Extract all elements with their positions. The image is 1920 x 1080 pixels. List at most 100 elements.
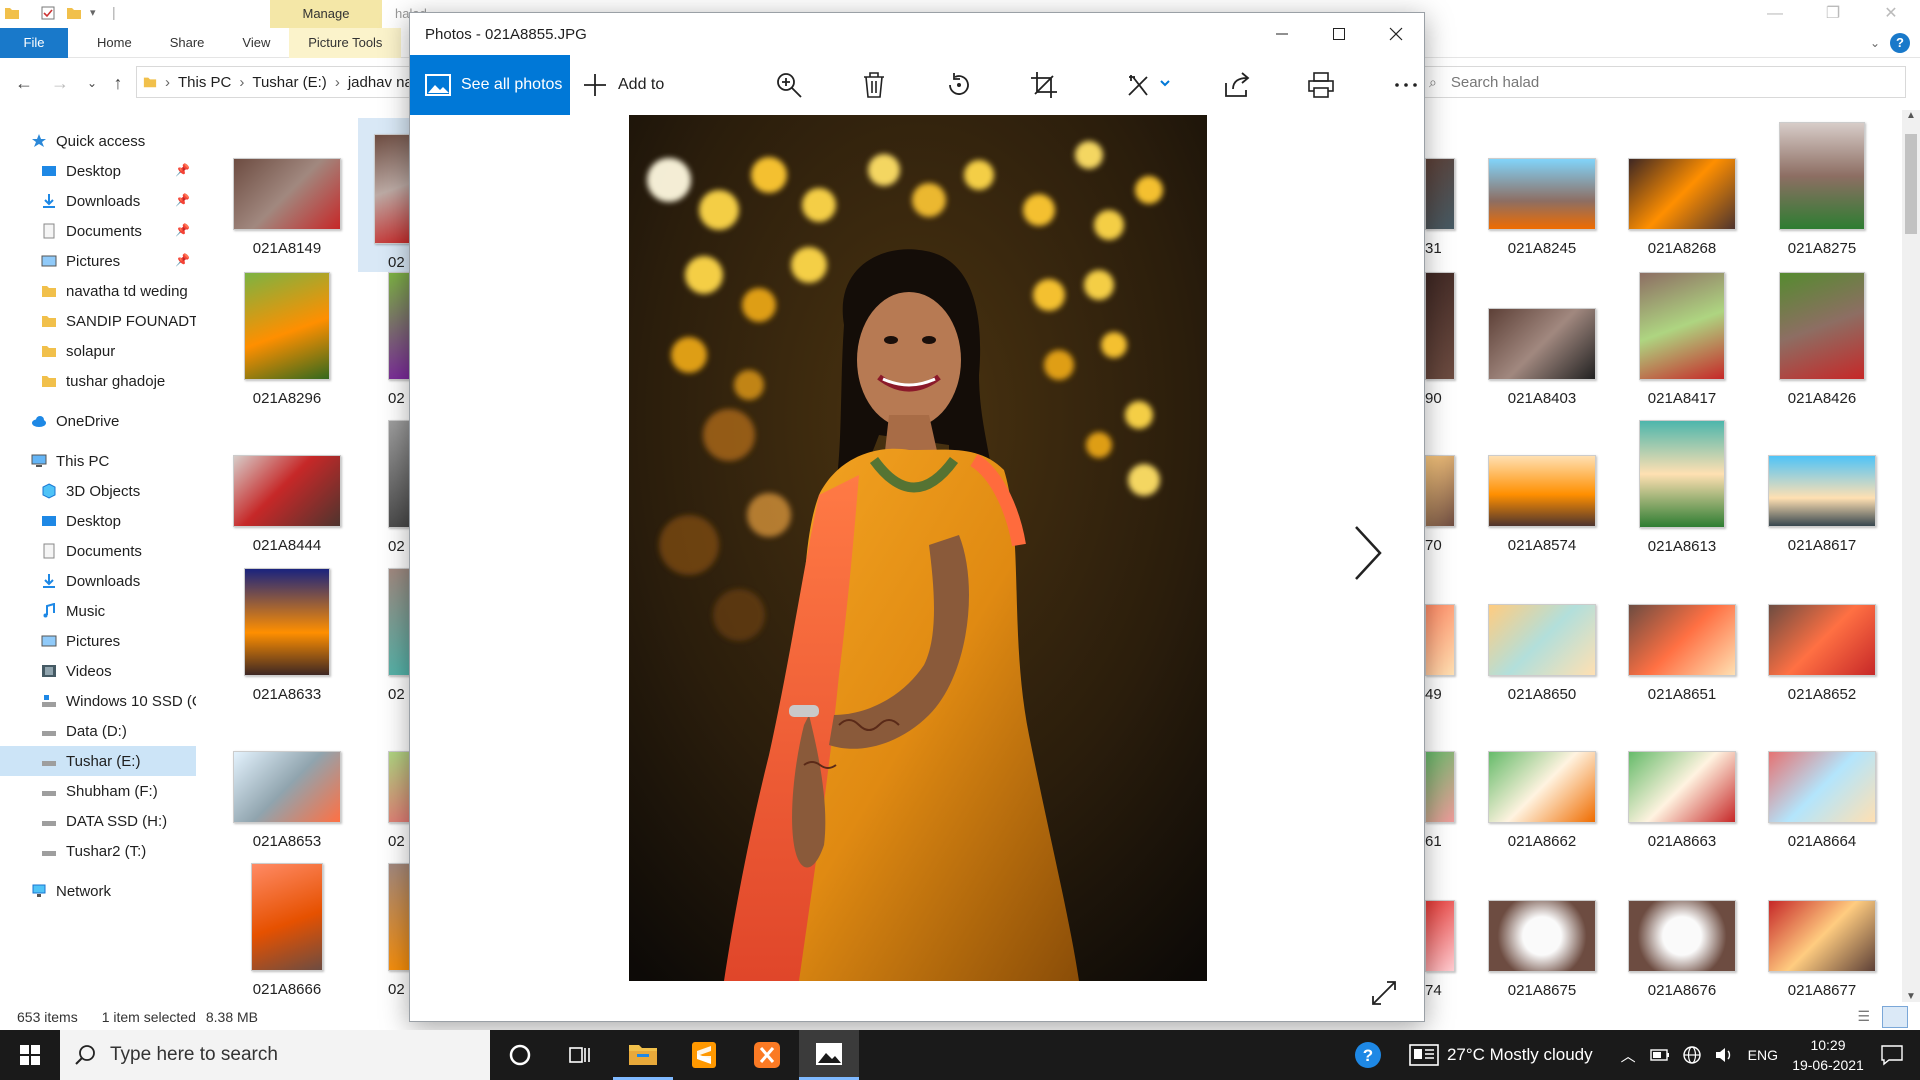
file-item[interactable]: 021A8650 xyxy=(1472,604,1612,703)
nav-quick-access[interactable]: Quick access xyxy=(0,126,196,156)
nav-drive-f[interactable]: Shubham (F:) xyxy=(0,776,196,806)
file-item[interactable]: 021A8676 xyxy=(1612,900,1752,999)
maximize-icon[interactable] xyxy=(1310,13,1367,55)
large-icons-view-icon[interactable] xyxy=(1882,1006,1908,1028)
file-item[interactable]: 021A8417 xyxy=(1612,272,1752,407)
file-item[interactable]: 021A8403 xyxy=(1472,308,1612,407)
restore-icon[interactable]: ❐ xyxy=(1804,0,1862,28)
scroll-up-icon[interactable]: ▲ xyxy=(1902,110,1920,121)
nav-folder[interactable]: solapur xyxy=(0,336,196,366)
address-box[interactable]: › This PC › Tushar (E:) › jadhav na xyxy=(136,66,436,98)
file-item[interactable]: 021A8613 xyxy=(1612,420,1752,555)
edit-icon[interactable] xyxy=(1125,70,1175,100)
close-icon[interactable] xyxy=(1367,13,1424,55)
file-item[interactable]: 021A8677 xyxy=(1752,900,1892,999)
tab-share[interactable]: Share xyxy=(155,28,220,58)
nav-drive-h[interactable]: DATA SSD (H:) xyxy=(0,806,196,836)
tab-view[interactable]: View xyxy=(227,28,285,58)
crop-icon[interactable] xyxy=(1029,70,1059,100)
clock[interactable]: 10:29 19-06-2021 xyxy=(1790,1035,1866,1075)
minimize-icon[interactable]: — xyxy=(1746,0,1804,28)
file-item[interactable]: 61 xyxy=(1425,751,1465,850)
breadcrumb-this-pc[interactable]: This PC xyxy=(178,74,231,91)
task-view-button[interactable] xyxy=(550,1030,610,1080)
back-icon[interactable]: ← xyxy=(10,73,38,94)
taskbar-photos[interactable] xyxy=(799,1030,859,1080)
zoom-icon[interactable] xyxy=(774,70,804,100)
taskbar-file-explorer[interactable] xyxy=(613,1030,673,1080)
nav-3d-objects[interactable]: 3D Objects xyxy=(0,476,196,506)
photo-canvas[interactable] xyxy=(410,115,1424,1021)
tab-home[interactable]: Home xyxy=(82,28,147,58)
nav-onedrive[interactable]: OneDrive xyxy=(0,406,196,436)
properties-icon[interactable] xyxy=(40,5,56,21)
nav-desktop-pinned[interactable]: Desktop 📌 xyxy=(0,156,196,186)
file-item[interactable]: 021A8663 xyxy=(1612,751,1752,850)
search-input[interactable]: ⌕ Search halad xyxy=(1418,66,1906,98)
nav-folder[interactable]: navatha td weding xyxy=(0,276,196,306)
network-globe-icon[interactable] xyxy=(1682,1045,1702,1065)
qat-dropdown-icon[interactable]: ▾ xyxy=(90,6,96,19)
file-item[interactable]: 021A8666 xyxy=(217,863,357,998)
notifications-icon[interactable] xyxy=(1880,1044,1904,1066)
nav-music[interactable]: Music xyxy=(0,596,196,626)
file-item[interactable]: 021A8617 xyxy=(1752,455,1892,554)
news-weather-icon[interactable] xyxy=(1409,1044,1439,1066)
see-all-photos-button[interactable]: See all photos xyxy=(410,55,570,115)
start-button[interactable] xyxy=(0,1030,60,1080)
taskbar-sublime-text[interactable] xyxy=(674,1030,734,1080)
battery-icon[interactable] xyxy=(1649,1047,1670,1063)
weather-text[interactable]: 27°C Mostly cloudy xyxy=(1447,1045,1593,1065)
file-item[interactable]: 74 xyxy=(1425,900,1465,999)
details-view-icon[interactable]: ☰ xyxy=(1857,1008,1870,1025)
file-item[interactable]: 021A8149 xyxy=(217,158,357,257)
nav-documents[interactable]: Documents xyxy=(0,536,196,566)
file-item[interactable]: 021A8275 xyxy=(1752,122,1892,257)
help-icon[interactable]: ? xyxy=(1353,1040,1383,1070)
file-item[interactable]: 021A8426 xyxy=(1752,272,1892,407)
scroll-thumb[interactable] xyxy=(1905,134,1917,234)
show-hidden-icons-icon[interactable]: ︿ xyxy=(1621,1045,1636,1066)
share-icon[interactable] xyxy=(1222,70,1252,100)
vertical-scrollbar[interactable]: ▲ ▼ xyxy=(1902,110,1920,1002)
file-item[interactable]: 021A8664 xyxy=(1752,751,1892,850)
file-item[interactable]: 49 xyxy=(1425,604,1465,703)
fullscreen-icon[interactable] xyxy=(1370,979,1398,1007)
nav-folder[interactable]: tushar ghadoje xyxy=(0,366,196,396)
rotate-icon[interactable] xyxy=(944,70,974,100)
file-item[interactable]: 021A8651 xyxy=(1612,604,1752,703)
file-item[interactable]: 31 xyxy=(1425,158,1465,257)
file-item[interactable]: 90 xyxy=(1425,272,1465,407)
tab-file[interactable]: File xyxy=(0,27,68,58)
more-icon[interactable] xyxy=(1391,70,1421,100)
taskbar-search-box[interactable]: Type here to search xyxy=(60,1030,490,1080)
nav-downloads[interactable]: Downloads xyxy=(0,566,196,596)
breadcrumb-drive[interactable]: Tushar (E:) xyxy=(252,74,326,91)
new-folder-icon[interactable] xyxy=(66,5,82,21)
nav-drive-c[interactable]: Windows 10 SSD (C xyxy=(0,686,196,716)
nav-this-pc[interactable]: This PC xyxy=(0,446,196,476)
help-icon[interactable]: ? xyxy=(1890,33,1910,53)
recent-locations-icon[interactable]: ⌄ xyxy=(78,76,106,90)
displayed-photo[interactable] xyxy=(629,115,1207,981)
up-icon[interactable]: ↑ xyxy=(104,73,132,94)
manage-tab[interactable]: Manage xyxy=(270,0,382,28)
file-item[interactable]: 70 xyxy=(1425,455,1465,554)
file-item[interactable]: 021A8444 xyxy=(217,455,357,554)
forward-icon[interactable]: → xyxy=(46,73,74,94)
file-item[interactable]: 021A8296 xyxy=(217,272,357,407)
nav-pictures-pinned[interactable]: Pictures 📌 xyxy=(0,246,196,276)
scroll-down-icon[interactable]: ▼ xyxy=(1902,991,1920,1002)
minimize-icon[interactable] xyxy=(1253,13,1310,55)
file-item[interactable]: 021A8653 xyxy=(217,751,357,850)
close-icon[interactable]: ✕ xyxy=(1862,0,1920,28)
nav-pictures[interactable]: Pictures xyxy=(0,626,196,656)
nav-desktop[interactable]: Desktop xyxy=(0,506,196,536)
file-item[interactable]: 021A8652 xyxy=(1752,604,1892,703)
file-item[interactable]: 021A8574 xyxy=(1472,455,1612,554)
print-icon[interactable] xyxy=(1306,70,1336,100)
file-item[interactable]: 021A8268 xyxy=(1612,158,1752,257)
cortana-button[interactable] xyxy=(490,1030,550,1080)
nav-drive-t[interactable]: Tushar2 (T:) xyxy=(0,836,196,866)
tab-picture-tools[interactable]: Picture Tools xyxy=(289,27,402,58)
